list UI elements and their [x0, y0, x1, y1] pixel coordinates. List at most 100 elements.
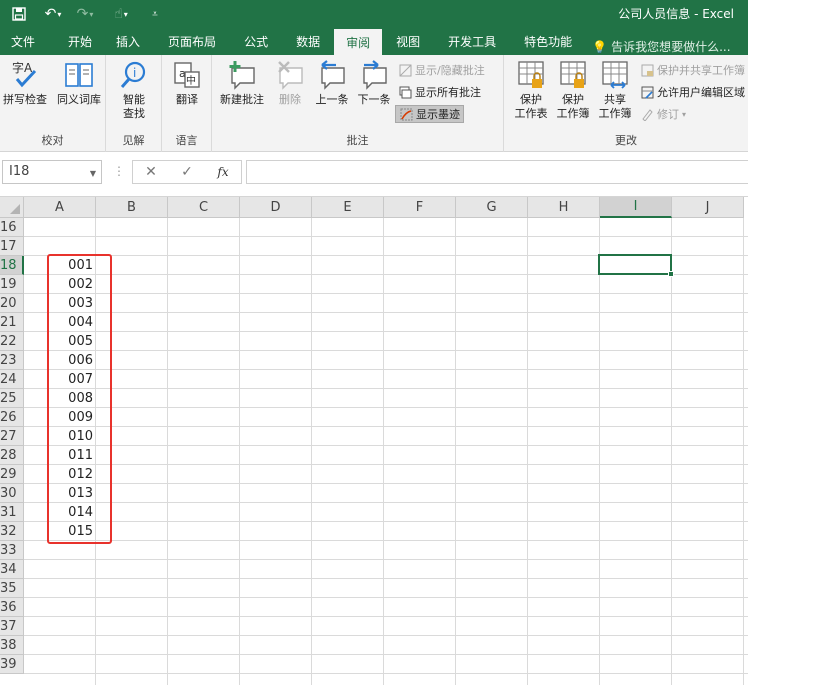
protect-sheet-icon: [514, 59, 548, 91]
show-hide-comment-label: 显示/隐藏批注: [415, 64, 485, 77]
show-ink-label: 显示墨迹: [416, 108, 460, 121]
save-icon[interactable]: [6, 0, 32, 28]
row-header-37[interactable]: 37: [0, 617, 24, 636]
show-all-comments-button[interactable]: 显示所有批注: [398, 83, 481, 101]
track-changes-label: 修订: [657, 108, 679, 121]
active-cell-selection[interactable]: [598, 254, 672, 275]
protect-sheet-button[interactable]: 保护 工作表: [510, 59, 552, 121]
tab-file[interactable]: 文件: [0, 28, 46, 55]
smart-lookup-button[interactable]: i 智能 查找: [109, 59, 159, 121]
formula-bar-splitter-icon[interactable]: ⋮: [113, 164, 125, 178]
row-header-31[interactable]: 31: [0, 503, 24, 522]
formula-input[interactable]: [246, 160, 748, 184]
row-header-30[interactable]: 30: [0, 484, 24, 503]
fill-handle[interactable]: [668, 271, 674, 277]
name-box-dropdown-icon[interactable]: ▼: [90, 169, 96, 178]
tab-formulas[interactable]: 公式: [230, 28, 282, 55]
row-header-32[interactable]: 32: [0, 522, 24, 541]
tab-review[interactable]: 审阅: [334, 29, 383, 55]
customize-icon[interactable]: ⩡: [142, 0, 168, 28]
translate-icon: a中: [170, 59, 204, 91]
tab-special[interactable]: 特色功能: [510, 28, 586, 55]
insert-function-icon[interactable]: fx: [205, 165, 241, 179]
tell-me-box[interactable]: 💡 告诉我您想要做什么...: [592, 38, 730, 55]
delete-comment-button[interactable]: 删除: [270, 59, 310, 107]
spelling-button[interactable]: 字A 拼写检查: [0, 59, 50, 107]
row-header-36[interactable]: 36: [0, 598, 24, 617]
cancel-icon[interactable]: ✕: [133, 164, 169, 180]
show-hide-comment-button[interactable]: 显示/隐藏批注: [398, 61, 485, 79]
grid-row-line: [24, 654, 748, 655]
row-header-18[interactable]: 18: [0, 256, 24, 275]
tab-insert[interactable]: 插入: [106, 28, 152, 55]
previous-comment-button[interactable]: 上一条: [312, 59, 352, 107]
next-comment-button[interactable]: 下一条: [354, 59, 394, 107]
row-header-38[interactable]: 38: [0, 636, 24, 655]
select-all-corner[interactable]: [0, 197, 24, 218]
new-comment-icon: [225, 59, 259, 91]
allow-edit-ranges-button[interactable]: 允许用户编辑区域: [640, 83, 745, 101]
grid-row-line: [24, 293, 748, 294]
grid-row-line: [24, 464, 748, 465]
redo-icon[interactable]: ↷ ▾: [72, 0, 98, 28]
row-header-33[interactable]: 33: [0, 541, 24, 560]
grid-column-line: [671, 218, 672, 685]
spelling-label: 拼写检查: [3, 93, 47, 106]
lightbulb-icon: 💡: [592, 39, 608, 54]
thesaurus-button[interactable]: 同义词库: [52, 59, 106, 107]
row-header-21[interactable]: 21: [0, 313, 24, 332]
column-header-d[interactable]: D: [240, 197, 312, 218]
show-ink-button[interactable]: 显示墨迹: [395, 105, 464, 123]
protect-workbook-button[interactable]: 保护 工作簿: [552, 59, 594, 121]
grid-row-line: [24, 388, 748, 389]
grid-column-line: [455, 218, 456, 685]
row-header-28[interactable]: 28: [0, 446, 24, 465]
next-comment-label: 下一条: [357, 93, 391, 106]
group-changes: 保护 工作表 保护 工作簿 共享 工作簿 保护并共享工作簿 允许用户编辑区域 修…: [504, 55, 748, 152]
row-header-24[interactable]: 24: [0, 370, 24, 389]
row-header-17[interactable]: 17: [0, 237, 24, 256]
column-header-i[interactable]: I: [600, 197, 672, 218]
row-header-22[interactable]: 22: [0, 332, 24, 351]
column-header-e[interactable]: E: [312, 197, 384, 218]
row-header-16[interactable]: 16: [0, 218, 24, 237]
share-workbook-button[interactable]: 共享 工作簿: [594, 59, 636, 121]
title-bar: ↶ ▾ ↷ ▾ ☝ ▾ ⩡ 公司人员信息 - Excel: [0, 0, 748, 28]
grid-row-line: [24, 236, 748, 237]
share-workbook-label-2: 工作簿: [598, 107, 632, 120]
row-header-35[interactable]: 35: [0, 579, 24, 598]
row-header-19[interactable]: 19: [0, 275, 24, 294]
protect-share-button[interactable]: 保护并共享工作簿: [640, 61, 745, 79]
row-header-23[interactable]: 23: [0, 351, 24, 370]
column-header-b[interactable]: B: [96, 197, 168, 218]
tab-data[interactable]: 数据: [282, 28, 334, 55]
new-comment-button[interactable]: 新建批注: [216, 59, 268, 107]
grid-row-line: [24, 540, 748, 541]
excel-window: ↶ ▾ ↷ ▾ ☝ ▾ ⩡ 公司人员信息 - Excel 文件 开始 插入 页面布局 …: [0, 0, 748, 685]
column-header-g[interactable]: G: [456, 197, 528, 218]
touch-mode-icon[interactable]: ☝ ▾: [108, 0, 134, 28]
name-box[interactable]: I18 ▼: [2, 160, 102, 184]
track-changes-button[interactable]: 修订 ▾: [640, 105, 686, 123]
tab-page-layout[interactable]: 页面布局: [152, 28, 230, 55]
column-header-j[interactable]: J: [672, 197, 744, 218]
row-header-25[interactable]: 25: [0, 389, 24, 408]
tab-view[interactable]: 视图: [382, 28, 434, 55]
tab-home[interactable]: 开始: [46, 28, 106, 55]
translate-button[interactable]: a中 翻译: [164, 59, 210, 107]
row-header-20[interactable]: 20: [0, 294, 24, 313]
column-header-h[interactable]: H: [528, 197, 600, 218]
row-header-29[interactable]: 29: [0, 465, 24, 484]
worksheet-grid[interactable]: A B C D E F G H I J 16 17 18 19 20 21 22 23 24 25 26 27 28 29 30…: [0, 197, 748, 685]
grid-row-line: [24, 331, 748, 332]
column-header-f[interactable]: F: [384, 197, 456, 218]
row-header-39[interactable]: 39: [0, 655, 24, 674]
column-header-a[interactable]: A: [24, 197, 96, 218]
undo-icon[interactable]: ↶ ▾: [40, 0, 66, 28]
row-header-26[interactable]: 26: [0, 408, 24, 427]
row-header-34[interactable]: 34: [0, 560, 24, 579]
column-header-c[interactable]: C: [168, 197, 240, 218]
row-header-27[interactable]: 27: [0, 427, 24, 446]
enter-icon[interactable]: ✓: [169, 164, 205, 180]
tab-developer[interactable]: 开发工具: [434, 28, 510, 55]
